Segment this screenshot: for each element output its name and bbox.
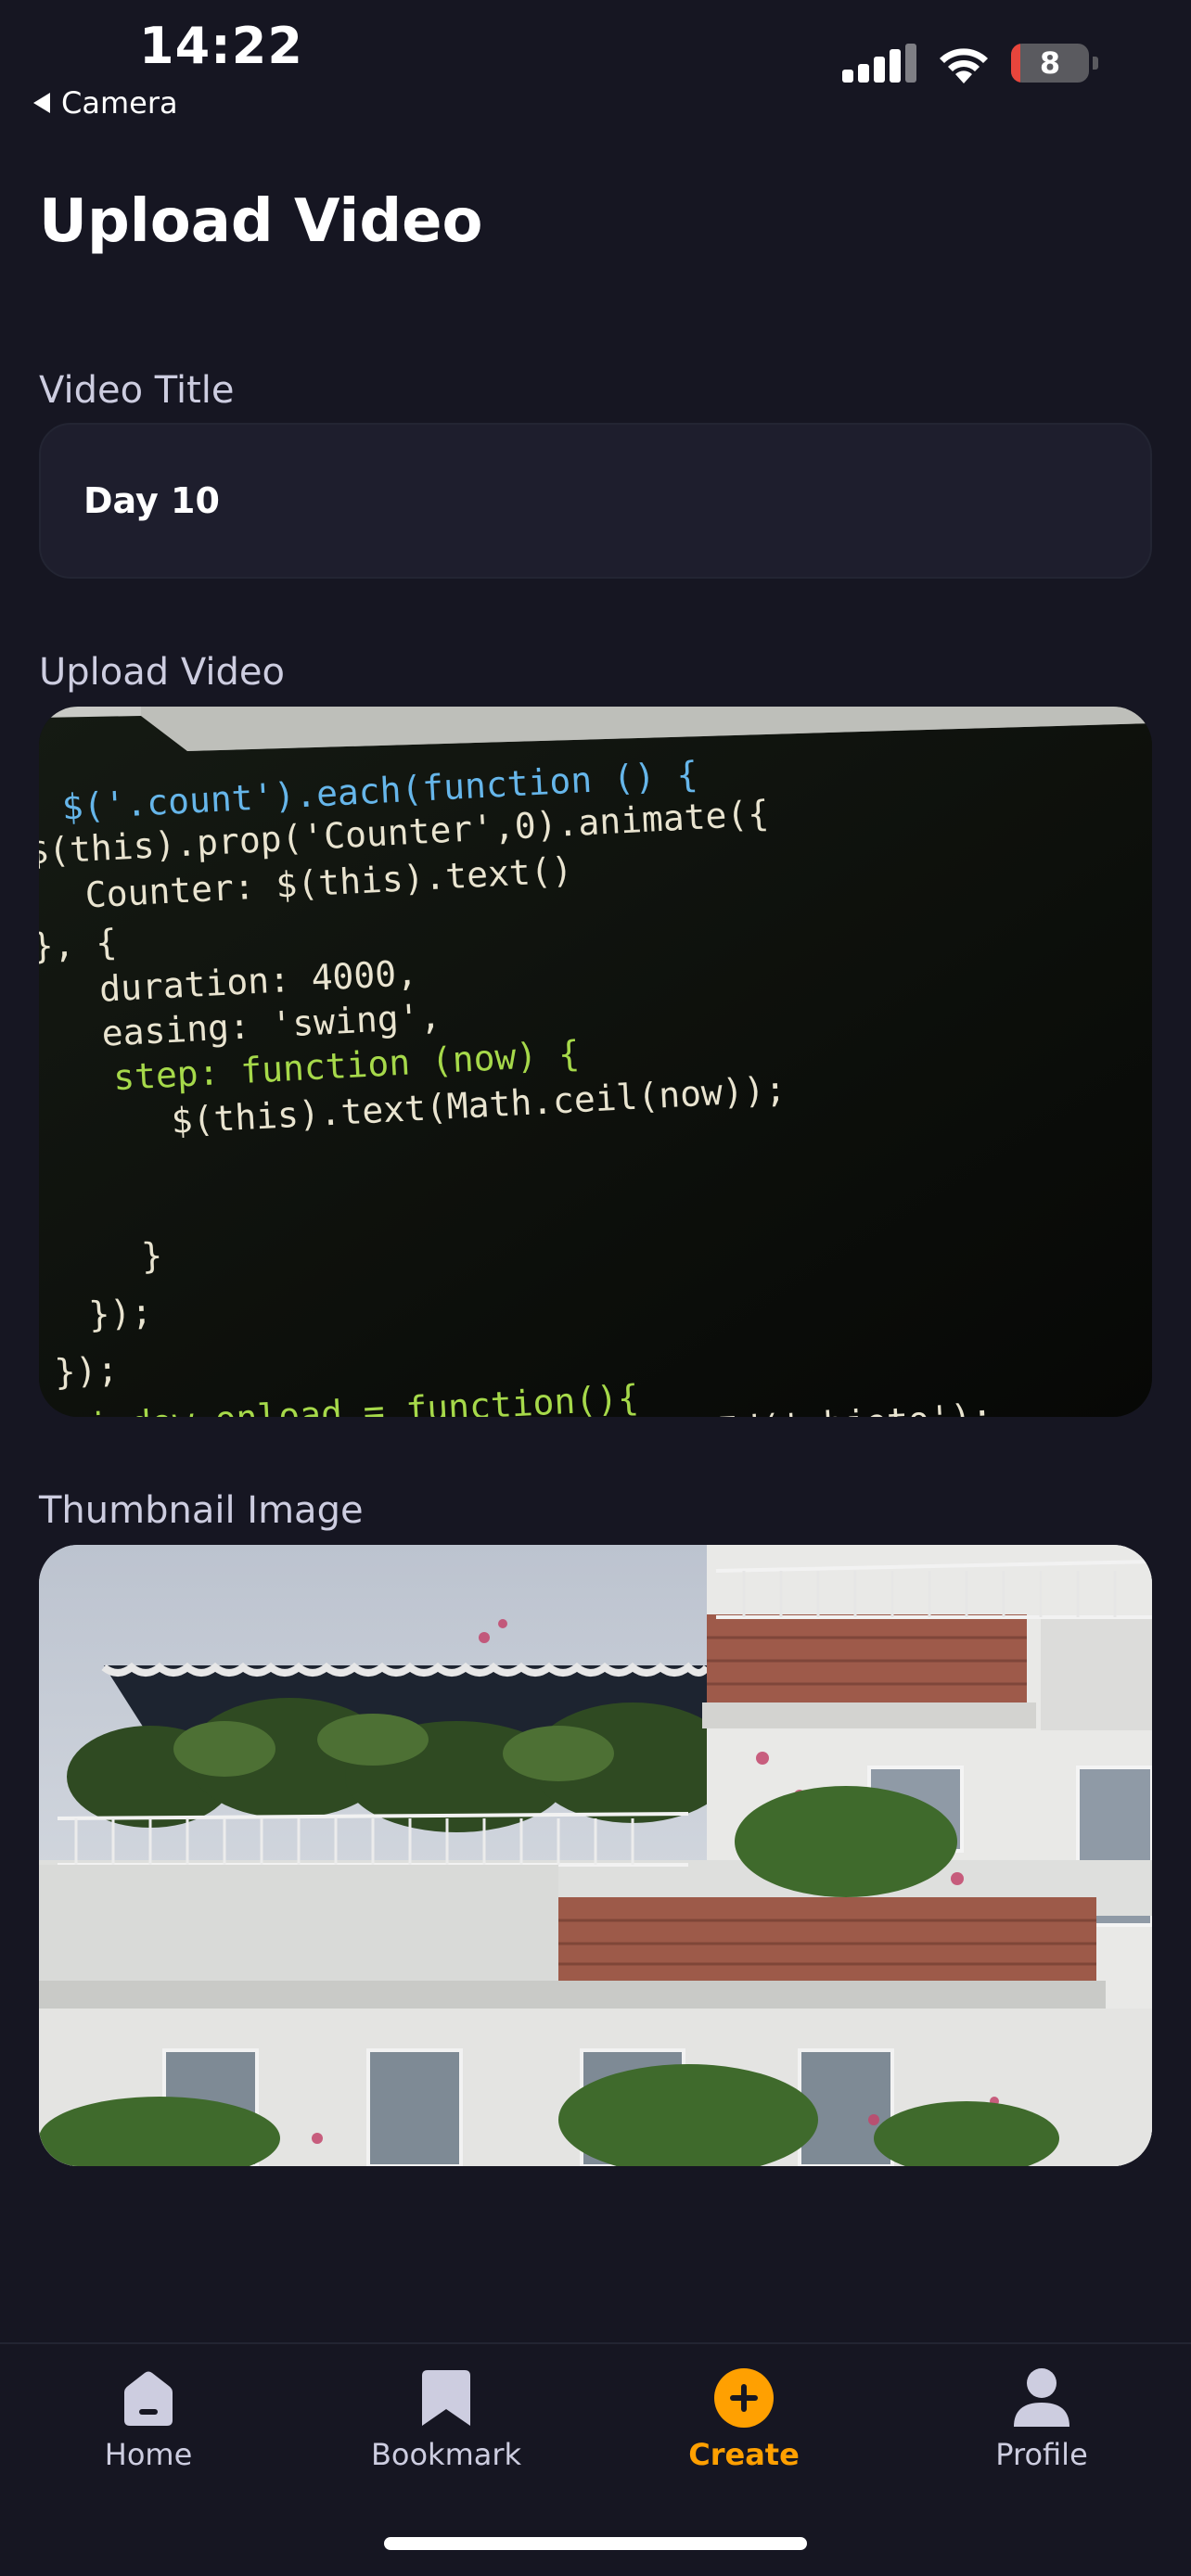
code-line: });: [54, 1348, 120, 1393]
thumbnail-preview[interactable]: [39, 1545, 1152, 2166]
profile-icon: [1008, 2365, 1075, 2431]
status-bar: 14:22 Camera 8: [0, 0, 1191, 130]
plus-icon: [711, 2365, 777, 2431]
tab-profile-label: Profile: [995, 2437, 1088, 2472]
battery-cap: [1093, 57, 1098, 70]
video-title-label: Video Title: [39, 369, 235, 412]
thumbnail-building-image: [39, 1545, 1152, 2166]
video-title-input[interactable]: Day 10: [39, 423, 1152, 579]
tab-home-label: Home: [104, 2437, 193, 2472]
back-link-label: Camera: [61, 85, 178, 121]
thumbnail-label: Thumbnail Image: [39, 1489, 364, 1532]
home-indicator[interactable]: [384, 2537, 807, 2550]
tab-create[interactable]: Create: [642, 2365, 846, 2472]
cellular-signal-icon: [842, 44, 916, 83]
video-frame-code-image: $('.count').each(function () {$(this).pr…: [39, 707, 1152, 1417]
tab-bookmark-label: Bookmark: [370, 2437, 522, 2472]
tab-create-label: Create: [688, 2437, 800, 2472]
code-line: });: [87, 1291, 153, 1335]
back-to-camera-link[interactable]: Camera: [33, 85, 178, 121]
status-icons: 8: [842, 43, 1098, 83]
tab-home[interactable]: Home: [46, 2365, 250, 2472]
code-line: }: [140, 1235, 163, 1277]
code-line: }, {: [39, 922, 118, 967]
upload-video-label: Upload Video: [39, 651, 285, 694]
tab-profile[interactable]: Profile: [940, 2365, 1144, 2472]
wifi-icon: [940, 48, 988, 83]
page-title: Upload Video: [39, 187, 483, 256]
battery-level: 8: [1039, 45, 1061, 81]
home-icon: [115, 2365, 182, 2431]
tab-bookmark[interactable]: Bookmark: [344, 2365, 548, 2472]
battery-icon: 8: [1011, 44, 1089, 83]
back-arrow-icon: [33, 93, 50, 113]
status-time: 14:22: [139, 17, 303, 75]
bookmark-icon: [413, 2365, 480, 2431]
video-preview[interactable]: $('.count').each(function () {$(this).pr…: [39, 707, 1152, 1417]
